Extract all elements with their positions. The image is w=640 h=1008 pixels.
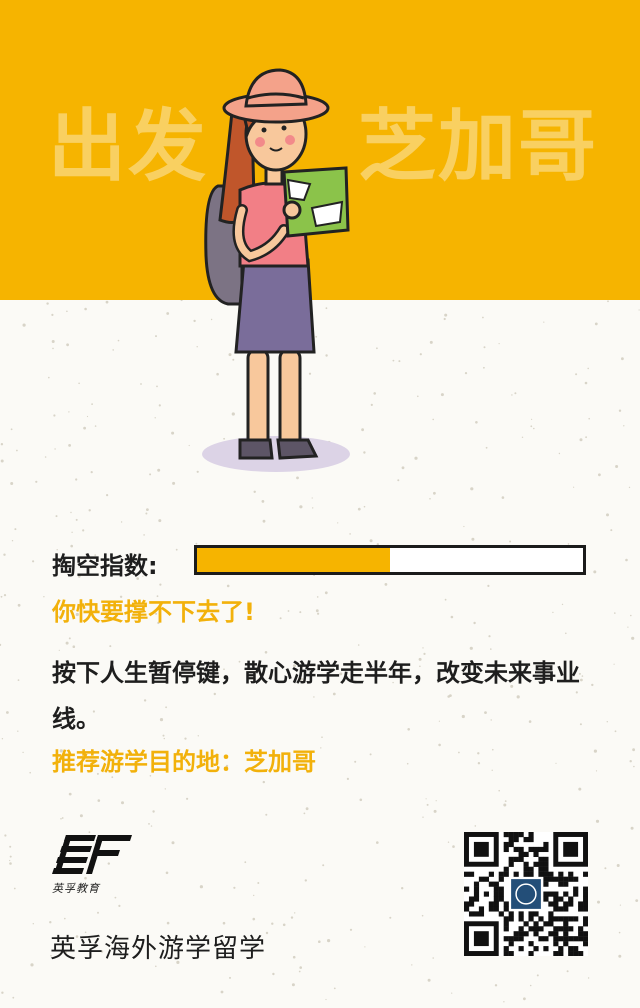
title-destination: 芝加哥 [358,102,599,192]
ef-logo-icon [52,835,132,874]
message-text: 按下人生暂停键，散心游学走半年，改变未来事业线。 [52,659,580,733]
meter-label: 掏空指数: [52,552,158,580]
qr-code[interactable] [464,832,588,956]
poster-page: 出发 芝加哥 掏空指数: 你快要撑不下去了! 按下人生暂停键，散心游学走半年，改… [0,0,640,1008]
meter-fill [197,548,390,572]
warning-text: 你快要撑不下去了! [52,598,255,626]
organization-name: 英孚海外游学留学 [50,934,267,964]
logo-caption: 英孚教育 [52,882,100,895]
traveler-girl-illustration [202,68,350,472]
recommendation-text: 推荐游学目的地：芝加哥 [52,748,316,776]
exhaustion-meter [194,545,586,575]
